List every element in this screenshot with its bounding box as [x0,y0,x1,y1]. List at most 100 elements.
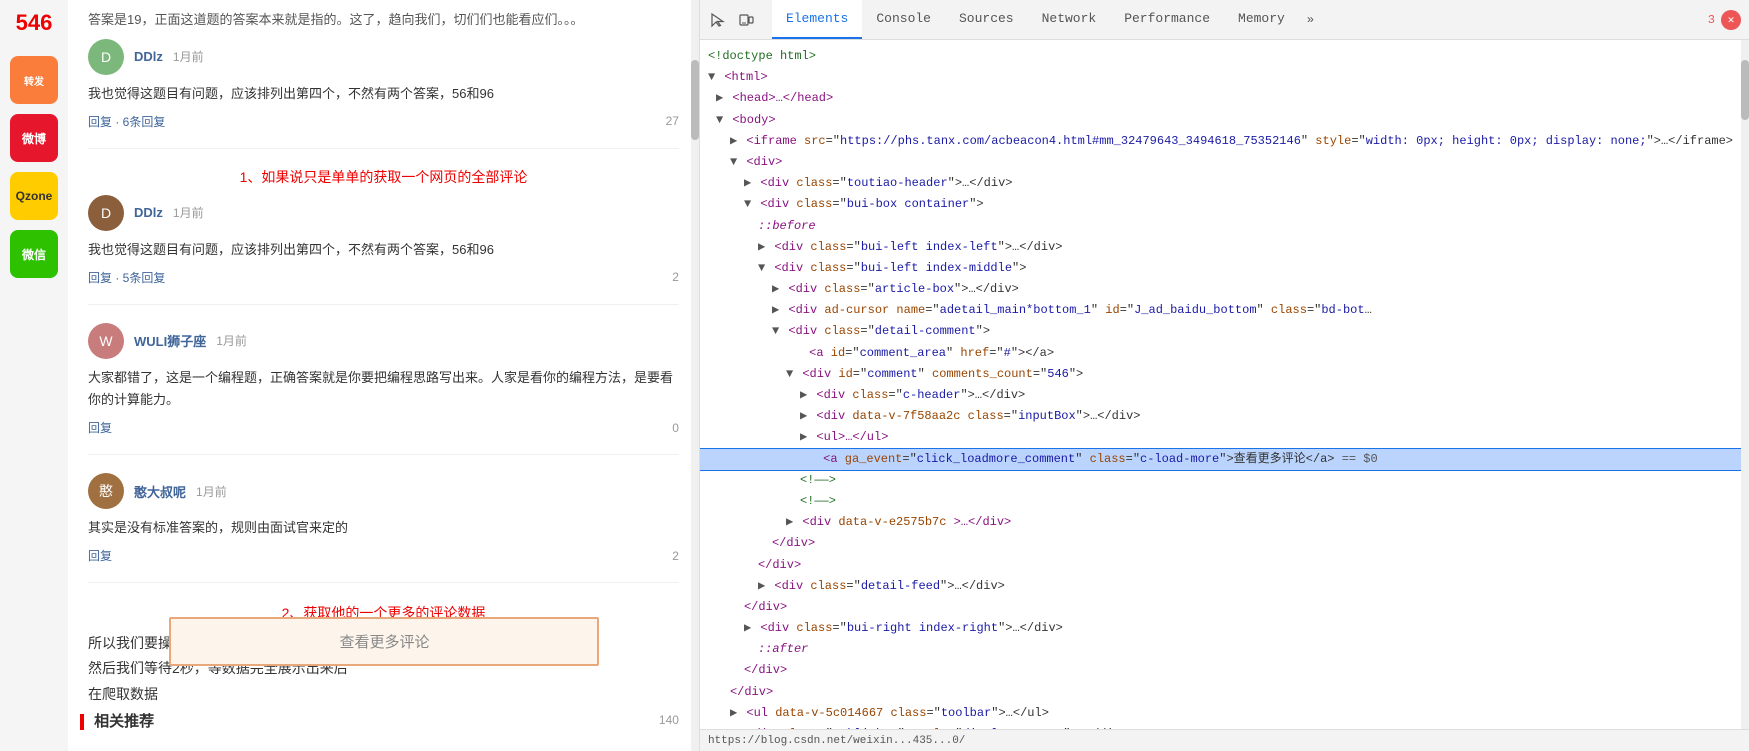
time-2: 1月前 [173,204,204,221]
comment-count-3: 2 [672,549,679,563]
dom-line-bui-left[interactable]: ▶ <div class="bui-left index-left">…</di… [700,237,1741,258]
time-1: 1月前 [173,48,204,65]
user-name-2[interactable]: DDlz [134,205,163,220]
dom-line-div-root[interactable]: ▼ <div> [700,152,1741,173]
social-sidebar: 546 转发 微博 Qzone 微信 [0,0,68,751]
dom-line-detail-comment[interactable]: ▼ <div class="detail-comment"> [700,321,1741,342]
dom-line-load-more-anchor[interactable]: <a ga_event="click_loadmore_comment" cla… [700,449,1741,470]
weibo-button[interactable]: 微博 [10,114,58,162]
close-devtools-button[interactable]: ✕ [1721,10,1741,30]
close-button-group: 3 ✕ [1708,10,1741,30]
dom-line-ul[interactable]: ▶ <ul>…</ul> [700,427,1741,448]
comment-block-4: 憨 憨大叔呢 1月前 其实是没有标准答案的，规则由面试官来定的 回复 2 a.c… [88,473,679,583]
devtools-tabs: Elements Console Sources Network Perform… [772,0,1322,39]
comment-count-2: 0 [672,421,679,435]
devtools-scrollbar[interactable] [1741,40,1749,729]
scrollbar[interactable] [691,0,699,751]
comment-block-2: D DDlz 1月前 我也觉得这题目有问题，应该排列出第四个，不然有两个答案，5… [88,195,679,305]
comment-header-4: 憨 憨大叔呢 1月前 [88,473,679,509]
comment-block-3: W WULI狮子座 1月前 大家都错了，这是一个编程题，正确答案就是你要把编程思… [88,323,679,455]
dom-line-close-div-5[interactable]: </div> [700,682,1741,703]
dom-line-bui-box[interactable]: ▼ <div class="bui-box container"> [700,194,1741,215]
annotation-1: 1、如果说只是单单的获取一个网页的全部评论 [88,167,679,187]
reply-link-2[interactable]: 回复 [88,419,112,436]
comment-header-3: W WULI狮子座 1月前 [88,323,679,359]
comment-count-0: 27 [666,114,679,128]
device-toolbar-icon[interactable] [736,10,756,30]
more-tabs-button[interactable]: » [1299,0,1322,39]
dom-line-article-box[interactable]: ▶ <div class="article-box">…</div> [700,279,1741,300]
reply-link-3[interactable]: 回复 [88,547,112,564]
dom-line-comment-div[interactable]: ▼ <div id="comment" comments_count="546"… [700,364,1741,385]
dom-line-before[interactable]: ::before [700,216,1741,237]
tab-network[interactable]: Network [1028,0,1111,39]
user-name-3[interactable]: WULI狮子座 [134,331,206,350]
dom-line-close-div-2[interactable]: </div> [700,555,1741,576]
comment-header-1: D DDlz 1月前 [88,39,679,75]
related-bar-icon [80,714,84,730]
dom-line-close-div-4[interactable]: </div> [700,660,1741,681]
devtools-statusbar: https://blog.csdn.net/weixin...435...0/ [700,729,1749,751]
devtools-toolbar: Elements Console Sources Network Perform… [700,0,1749,40]
dom-line-bui-left-middle[interactable]: ▼ <div class="bui-left index-middle"> [700,258,1741,279]
dom-line-close-div-1[interactable]: </div> [700,533,1741,554]
related-section: 相关推荐 [80,710,154,731]
dom-line-detail-feed[interactable]: ▶ <div class="detail-feed">…</div> [700,576,1741,597]
dom-line-after[interactable]: ::after [700,639,1741,660]
load-more-area: 查看更多评论 [80,617,689,666]
error-count: 3 [1708,13,1715,27]
left-panel: 546 转发 微博 Qzone 微信 答案是19，正面这道题的答案本来就是指的。… [0,0,700,751]
tab-performance[interactable]: Performance [1110,0,1224,39]
comment-text-4: 其实是没有标准答案的，规则由面试官来定的 [88,517,679,539]
comment-text-2: 我也觉得这题目有问题，应该排列出第四个，不然有两个答案，56和96 [88,239,679,261]
dom-line-toolbar[interactable]: ▶ <ul data-v-5c014667 class="toolbar">…<… [700,703,1741,724]
tab-memory[interactable]: Memory [1224,0,1299,39]
dom-line-publisher[interactable]: ▶ <div class="publisher" style="display:… [700,724,1741,729]
dom-line-comment-1[interactable]: <!——> [700,470,1741,491]
devtools-scroll-thumb[interactable] [1741,60,1749,120]
tab-console[interactable]: Console [862,0,945,39]
dom-line-comment-2[interactable]: <!——> [700,491,1741,512]
user-name-1[interactable]: DDlz [134,49,163,64]
dom-line-close-div-3[interactable]: </div> [700,597,1741,618]
avatar-4: 憨 [88,473,124,509]
dom-line-toutiao-header[interactable]: ▶ <div class="toutiao-header">…</div> [700,173,1741,194]
avatar-2: D [88,195,124,231]
tab-elements[interactable]: Elements [772,0,862,39]
comment-count-1: 2 [672,270,679,284]
repost-button[interactable]: 转发 [10,56,58,104]
comment-block-1: D DDlz 1月前 我也觉得这题目有问题，应该排列出第四个，不然有两个答案，5… [88,39,679,149]
dom-line-doctype[interactable]: <!doctype html> [700,46,1741,67]
avatar-1: D [88,39,124,75]
comment-text-1: 我也觉得这题目有问题，应该排列出第四个，不然有两个答案，56和96 [88,83,679,105]
time-4: 1月前 [196,483,227,500]
devtools-content: <!doctype html> ▼ <html> ▶ <head>…</head… [700,40,1749,729]
wechat-button[interactable]: 微信 [10,230,58,278]
reply-link-1[interactable]: 回复 · 5条回复 [88,269,165,286]
top-text: 答案是19，正面这道题的答案本来就是指的。这了，趋向我们，切们们也能看应们。。。 [88,10,679,31]
tab-sources[interactable]: Sources [945,0,1028,39]
inspect-element-icon[interactable] [708,10,728,30]
time-3: 1月前 [216,332,247,349]
dom-line-bui-right[interactable]: ▶ <div class="bui-right index-right">…</… [700,618,1741,639]
like-count: 546 [16,10,53,36]
dom-line-body[interactable]: ▼ <body> [700,110,1741,131]
dom-line-head[interactable]: ▶ <head>…</head> [700,88,1741,109]
dom-line-anchor[interactable]: <a id="comment_area" href="#"></a> [700,343,1741,364]
user-name-4[interactable]: 憨大叔呢 [134,482,186,501]
reply-link-0[interactable]: 回复 · 6条回复 [88,113,165,130]
scroll-thumb[interactable] [691,60,699,140]
devtools-panel: Elements Console Sources Network Perform… [700,0,1749,751]
count-140: 140 [88,713,679,727]
load-more-button[interactable]: 查看更多评论 [169,617,599,666]
comment-text-3: 大家都错了，这是一个编程题，正确答案就是你要把编程思路写出来。人家是看你的编程方… [88,367,679,411]
dom-line-c-header[interactable]: ▶ <div class="c-header">…</div> [700,385,1741,406]
dom-tree[interactable]: <!doctype html> ▼ <html> ▶ <head>…</head… [700,40,1741,729]
dom-line-data-v[interactable]: ▶ <div data-v-e2575b7c >…</div> [700,512,1741,533]
statusbar-text: https://blog.csdn.net/weixin...435...0/ [708,735,965,747]
dom-line-inputbox[interactable]: ▶ <div data-v-7f58aa2c class="inputBox">… [700,406,1741,427]
dom-line-html[interactable]: ▼ <html> [700,67,1741,88]
dom-line-iframe[interactable]: ▶ <iframe src="https://phs.tanx.com/acbe… [700,131,1741,152]
dom-line-ad-cursor[interactable]: ▶ <div ad-cursor name="adetail_main*bott… [700,300,1380,321]
qzone-button[interactable]: Qzone [10,172,58,220]
